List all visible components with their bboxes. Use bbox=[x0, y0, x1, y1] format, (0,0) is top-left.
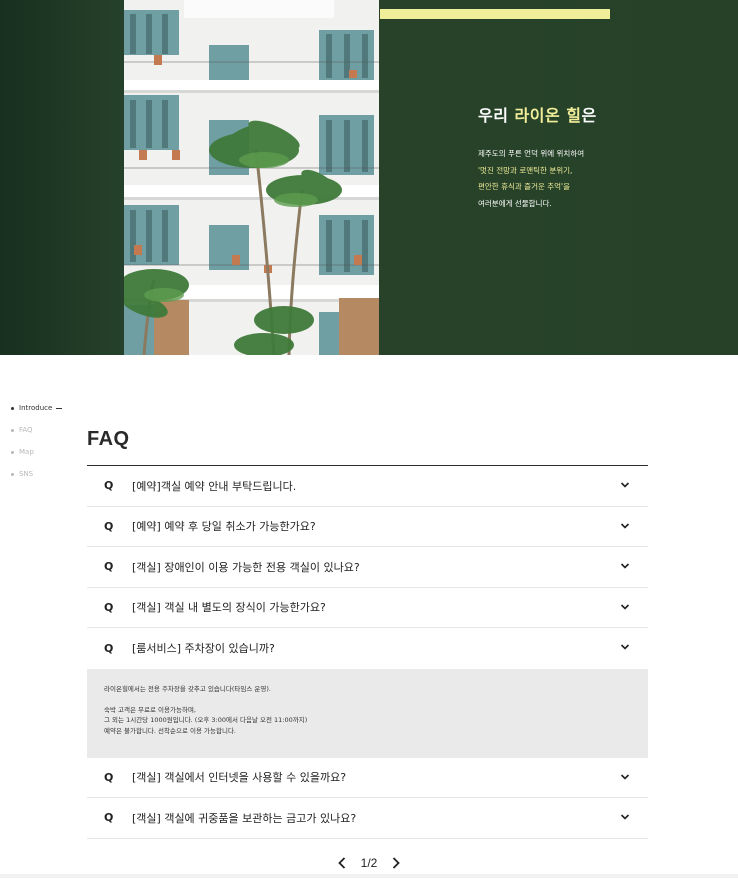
faq-question-row[interactable]: Q [객실] 장애인이 이용 가능한 전용 객실이 있나요? bbox=[87, 547, 648, 588]
sidenav-item-introduce[interactable]: Introduce bbox=[11, 397, 63, 419]
faq-answer-panel: 라이온힐에서는 전용 주차장을 갖추고 있습니다(타임스 운영). 숙박 고객은… bbox=[87, 668, 648, 758]
faq-question: [예약] 예약 후 당일 취소가 가능한가요? bbox=[132, 520, 316, 534]
chevron-down-icon bbox=[620, 522, 630, 529]
faq-answer-line: 숙박 고객은 무료로 이용가능하며, bbox=[104, 705, 196, 714]
faq-question: [예약]객실 예약 안내 부탁드립니다. bbox=[132, 479, 297, 493]
faq-question: [객실] 객실에서 인터넷을 사용할 수 있을까요? bbox=[132, 771, 347, 785]
q-marker: Q bbox=[104, 770, 114, 784]
sidenav-item-sns[interactable]: SNS bbox=[11, 463, 62, 485]
hotel-photo bbox=[124, 0, 379, 355]
q-marker: Q bbox=[104, 600, 114, 614]
page-indicator: 1/2 bbox=[360, 856, 378, 870]
q-marker: Q bbox=[104, 519, 114, 533]
hero-line: '멋진 전망과 로맨틱한 분위기, bbox=[478, 165, 573, 175]
faq-question-row-expanded[interactable]: Q [룸서비스] 주차장이 있습니까? bbox=[87, 628, 648, 669]
sidenav-item-faq[interactable]: FAQ bbox=[11, 419, 62, 441]
sidenav-item-label: SNS bbox=[19, 470, 34, 478]
faq-question: [객실] 객실에 귀중품을 보관하는 금고가 있나요? bbox=[132, 811, 357, 825]
chevron-down-icon bbox=[620, 773, 630, 780]
faq-question: [룸서비스] 주차장이 있습니까? bbox=[132, 642, 275, 656]
q-marker: Q bbox=[104, 560, 114, 574]
chevron-down-icon bbox=[620, 603, 630, 610]
sidenav-item-label: Map bbox=[19, 448, 34, 456]
pagination: 1/2 bbox=[0, 856, 738, 870]
hero-line: 제주도의 푸른 언덕 위에 위치하여 bbox=[478, 149, 585, 158]
sidenav-item-label: FAQ bbox=[19, 426, 33, 434]
q-marker: Q bbox=[104, 479, 114, 493]
chevron-down-icon bbox=[620, 563, 630, 569]
chevron-right-icon[interactable] bbox=[391, 856, 401, 870]
bullet-dot-icon bbox=[11, 450, 14, 454]
hero-accent-bar bbox=[380, 9, 610, 19]
bullet-dot-icon bbox=[11, 428, 14, 432]
chevron-down-icon bbox=[620, 814, 630, 820]
faq-question: [객실] 장애인이 이용 가능한 전용 객실이 있나요? bbox=[132, 560, 360, 574]
hero-line: 여러분에게 선물합니다. bbox=[478, 198, 552, 208]
bullet-dot-icon bbox=[11, 472, 14, 476]
side-nav: Introduce FAQ Map SNS bbox=[11, 397, 63, 485]
faq-answer-line: 라이온힐에서는 전용 주차장을 갖추고 있습니다(타임스 운영). bbox=[104, 684, 271, 693]
hero-line: 편안한 휴식과 즐거운 추억'을 bbox=[478, 182, 571, 191]
faq-question-row[interactable]: Q [예약]객실 예약 안내 부탁드립니다. bbox=[87, 466, 648, 507]
faq-answer-line: 그 외는 1시간당 1000원입니다. (오후 3:00에서 다음날 오전 11… bbox=[104, 716, 308, 724]
hero-title: 우리 라이온 힐은 bbox=[478, 106, 597, 125]
hero-description: 제주도의 푸른 언덕 위에 위치하여 '멋진 전망과 로맨틱한 분위기, 편안한… bbox=[478, 146, 584, 212]
faq-question-row[interactable]: Q [객실] 객실에 귀중품을 보관하는 금고가 있나요? bbox=[87, 798, 648, 839]
faq-question-row[interactable]: Q [객실] 객실에서 인터넷을 사용할 수 있을까요? bbox=[87, 758, 648, 798]
chevron-down-icon bbox=[620, 644, 630, 650]
faq-list: Q [예약]객실 예약 안내 부탁드립니다. Q [예약] 예약 후 당일 취소… bbox=[87, 465, 648, 839]
faq-question-row[interactable]: Q [객실] 객실 내 별도의 장식이 가능한가요? bbox=[87, 588, 648, 628]
sidenav-item-label: Introduce bbox=[19, 404, 53, 412]
faq-answer-line: 예약은 불가합니다. 선착순으로 이용 가능합니다. bbox=[104, 726, 236, 735]
chevron-down-icon bbox=[620, 482, 630, 488]
q-marker: Q bbox=[104, 811, 114, 825]
faq-title: FAQ bbox=[87, 428, 130, 450]
bullet-dot-icon bbox=[11, 406, 14, 410]
faq-question: [객실] 객실 내 별도의 장식이 가능한가요? bbox=[132, 601, 326, 615]
active-dash-icon bbox=[56, 407, 63, 409]
sidenav-item-map[interactable]: Map bbox=[11, 441, 62, 463]
footer-strip bbox=[0, 874, 738, 878]
hero-section: 우리 라이온 힐은 제주도의 푸른 언덕 위에 위치하여 '멋진 전망과 로맨틱… bbox=[0, 0, 738, 355]
q-marker: Q bbox=[104, 641, 114, 655]
chevron-left-icon[interactable] bbox=[337, 856, 347, 870]
faq-question-row[interactable]: Q [예약] 예약 후 당일 취소가 가능한가요? bbox=[87, 507, 648, 547]
